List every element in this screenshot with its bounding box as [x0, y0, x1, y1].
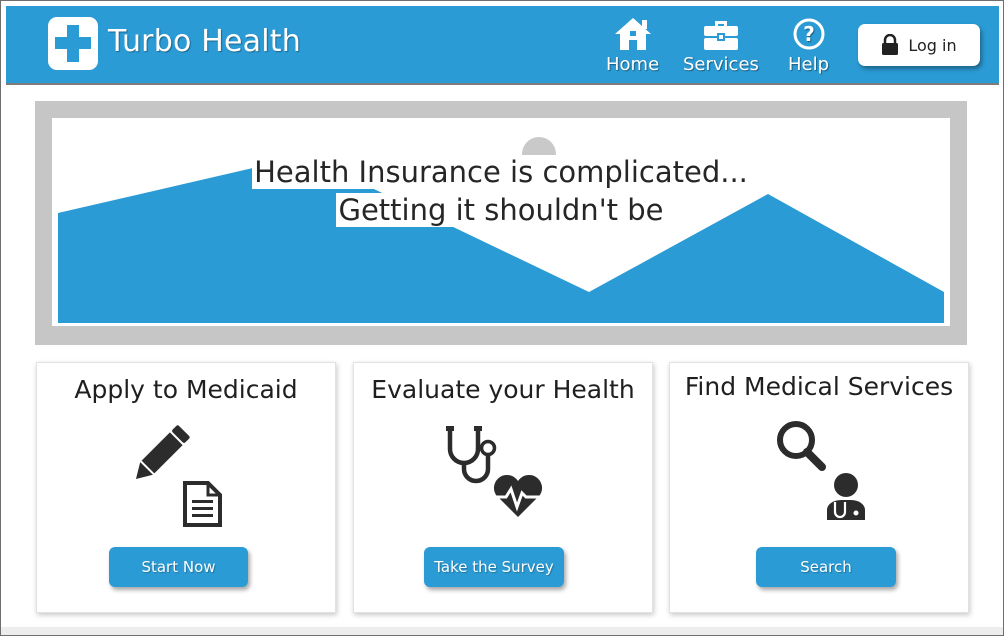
- hero-banner: Health Insurance is complicated... Getti…: [35, 101, 967, 345]
- card-title: Find Medical Services: [684, 372, 954, 401]
- hero-line-2: Getting it shouldn't be: [336, 193, 666, 227]
- app-window: Turbo Health Home Services ? Help Log in…: [0, 0, 1004, 636]
- bottom-strip: [1, 627, 1003, 635]
- hero-inner: Health Insurance is complicated... Getti…: [52, 118, 950, 326]
- card-apply-medicaid: Apply to Medicaid Start Now: [36, 362, 336, 613]
- card-find-services: Find Medical Services Search: [669, 362, 969, 613]
- card-title: Evaluate your Health: [371, 375, 635, 404]
- login-label: Log in: [908, 35, 957, 55]
- login-button[interactable]: Log in: [858, 24, 980, 66]
- nav-help[interactable]: ? Help: [788, 16, 829, 75]
- nav-services-label: Services: [683, 54, 759, 75]
- search-doctor-icon: [777, 421, 865, 520]
- card-title: Apply to Medicaid: [74, 375, 298, 404]
- take-survey-button[interactable]: Take the Survey: [424, 547, 564, 587]
- svg-text:?: ?: [803, 22, 815, 46]
- stethoscope-heart-icon: [446, 426, 543, 517]
- home-icon: [614, 18, 651, 50]
- start-now-button[interactable]: Start Now: [109, 547, 248, 587]
- pencil-document-icon: [135, 425, 222, 527]
- nav-home[interactable]: Home: [606, 16, 659, 75]
- nav-services[interactable]: Services: [683, 16, 759, 75]
- brand-name[interactable]: Turbo Health: [108, 24, 301, 59]
- logo-plus-icon[interactable]: [48, 17, 98, 70]
- card-evaluate-health: Evaluate your Health Take the Survey: [353, 362, 653, 613]
- top-header: Turbo Health Home Services ? Help Log in: [6, 6, 999, 85]
- lock-icon: [882, 34, 899, 55]
- nav-help-label: Help: [788, 54, 830, 75]
- help-icon: ?: [793, 18, 825, 50]
- nav-home-label: Home: [606, 54, 660, 75]
- search-button[interactable]: Search: [756, 547, 896, 587]
- briefcase-icon: [703, 21, 738, 50]
- hero-line-1: Health Insurance is complicated...: [252, 155, 750, 189]
